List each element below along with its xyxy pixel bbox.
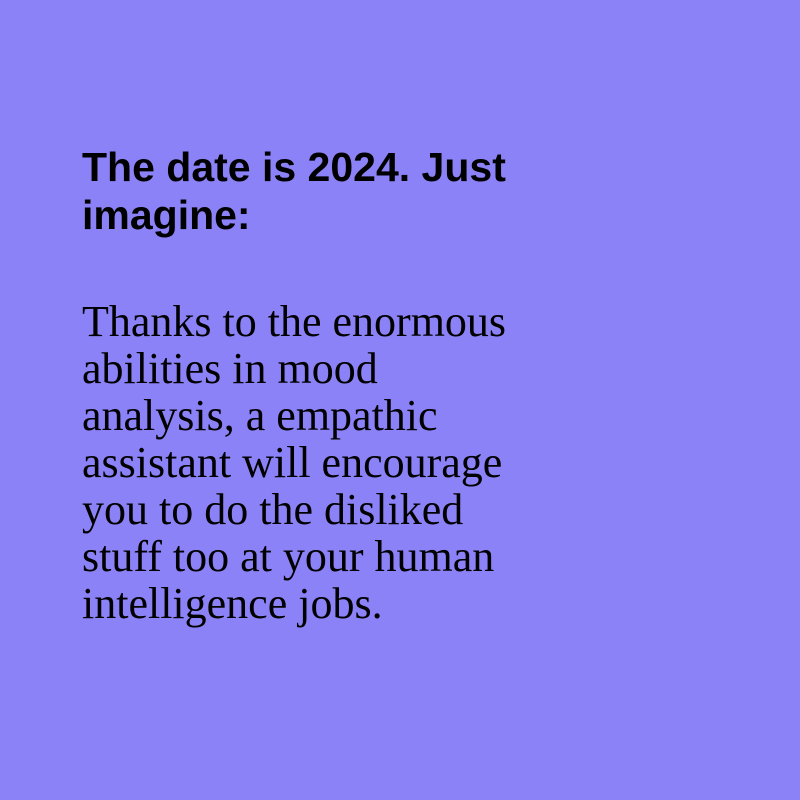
post-card: The date is 2024. Just imagine: Thanks t… [0,0,800,800]
body-line: intelligence jobs. [82,579,383,628]
body-line: analysis, a empathic [82,391,438,440]
headline-line: The date is 2024. Just [82,144,506,190]
body-line: Thanks to the enormous [82,297,507,346]
body-line: assistant will encourage [82,438,503,487]
body-text: Thanks to the enormous abilities in mood… [82,298,722,627]
body-line: stuff too at your human [82,532,495,581]
headline: The date is 2024. Just imagine: [82,143,722,239]
body-line: you to do the disliked [82,485,464,534]
headline-line: imagine: [82,192,251,238]
body-line: abilities in mood [82,344,378,393]
